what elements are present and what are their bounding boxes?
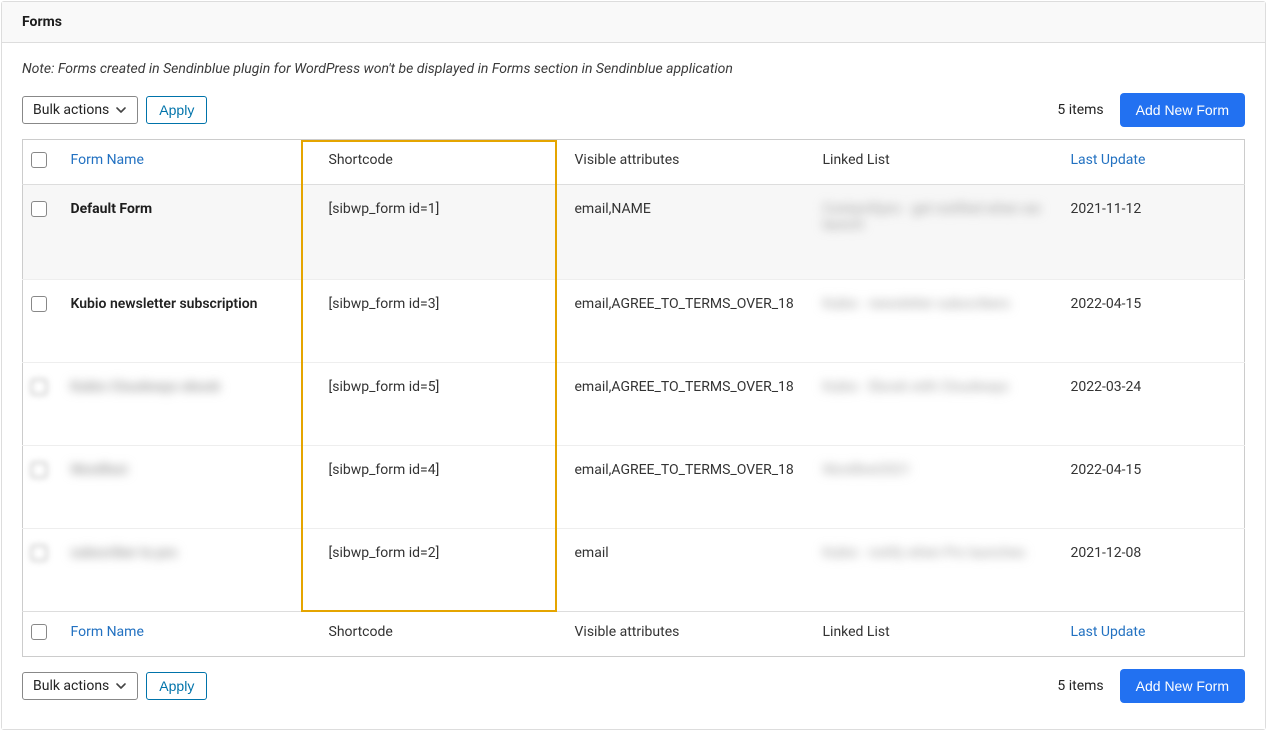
linked-list-cell: Kubio · newsletter subscribers [823,296,1011,312]
row-checkbox[interactable] [31,201,47,217]
shortcode-cell: [sibwp_form id=4] [321,446,567,529]
form-name[interactable]: subscriber to pro [71,545,178,561]
chevron-down-icon [115,104,127,116]
add-new-form-button[interactable]: Add New Form [1120,93,1245,127]
col-footer-date[interactable]: Last Update [1071,624,1146,640]
apply-button[interactable]: Apply [146,96,207,124]
attrs-cell: email,AGREE_TO_TERMS_OVER_18 [567,280,815,363]
add-new-form-button-bottom[interactable]: Add New Form [1120,669,1245,703]
forms-table: Form Name Shortcode Visible attributes L… [22,139,1245,657]
attrs-cell: email,AGREE_TO_TERMS_OVER_18 [567,363,815,446]
bulk-actions-select[interactable]: Bulk actions [22,96,138,124]
date-cell: 2022-04-15 [1063,446,1245,529]
date-cell: 2022-03-24 [1063,363,1245,446]
items-count-bottom: 5 items [1057,678,1103,694]
note-text: Note: Forms created in Sendinblue plugin… [22,61,1245,77]
toolbar-top: Bulk actions Apply 5 items Add New Form [22,93,1245,127]
col-footer-attrs: Visible attributes [567,612,815,657]
chevron-down-icon [115,680,127,692]
table-row: Kubio Cloudways ebook [sibwp_form id=5]em… [23,363,1245,446]
date-cell: 2021-11-12 [1063,185,1245,280]
row-checkbox[interactable] [31,462,47,478]
toolbar-bottom: Bulk actions Apply 5 items Add New Form [22,669,1245,703]
table-row: Default Form [sibwp_form id=1]email,NAMEC… [23,185,1245,280]
col-footer-list: Linked List [815,612,1063,657]
linked-list-cell: Wordfest2021 [823,462,911,478]
col-footer-name[interactable]: Form Name [71,624,144,640]
row-checkbox[interactable] [31,545,47,561]
bulk-actions-label-bottom: Bulk actions [33,678,109,694]
attrs-cell: email [567,529,815,612]
row-checkbox[interactable] [31,296,47,312]
form-name[interactable]: Kubio Cloudways ebook [71,379,221,395]
linked-list-cell: ContactSync · get notified when we launc… [823,201,1041,233]
date-cell: 2022-04-15 [1063,280,1245,363]
linked-list-cell: Kubio · Ebook with Cloudways [823,379,1009,395]
col-header-name[interactable]: Form Name [71,152,144,168]
date-cell: 2021-12-08 [1063,529,1245,612]
attrs-cell: email,AGREE_TO_TERMS_OVER_18 [567,446,815,529]
col-header-list: Linked List [815,140,1063,185]
form-name[interactable]: Default Form [71,201,153,217]
apply-button-bottom[interactable]: Apply [146,672,207,700]
attrs-cell: email,NAME [567,185,815,280]
panel-title: Forms [22,14,1245,30]
shortcode-cell: [sibwp_form id=3] [321,280,567,363]
col-header-shortcode: Shortcode [321,140,567,185]
items-count: 5 items [1057,102,1103,118]
select-all-checkbox[interactable] [31,152,47,168]
col-footer-shortcode: Shortcode [321,612,567,657]
row-checkbox[interactable] [31,379,47,395]
bulk-actions-select-bottom[interactable]: Bulk actions [22,672,138,700]
table-row: Kubio newsletter subscription [sibwp_form… [23,280,1245,363]
form-name[interactable]: Wordfest [71,462,128,478]
col-header-date[interactable]: Last Update [1071,152,1146,168]
bulk-actions-label: Bulk actions [33,102,109,118]
linked-list-cell: Kubio · notify when Pro launches [823,545,1026,561]
form-name[interactable]: Kubio newsletter subscription [71,296,258,312]
col-header-attrs: Visible attributes [567,140,815,185]
shortcode-cell: [sibwp_form id=1] [321,185,567,280]
table-row: subscriber to pro [sibwp_form id=2]email K… [23,529,1245,612]
shortcode-cell: [sibwp_form id=2] [321,529,567,612]
select-all-checkbox-footer[interactable] [31,624,47,640]
table-row: Wordfest [sibwp_form id=4]email,AGREE_TO_… [23,446,1245,529]
shortcode-cell: [sibwp_form id=5] [321,363,567,446]
